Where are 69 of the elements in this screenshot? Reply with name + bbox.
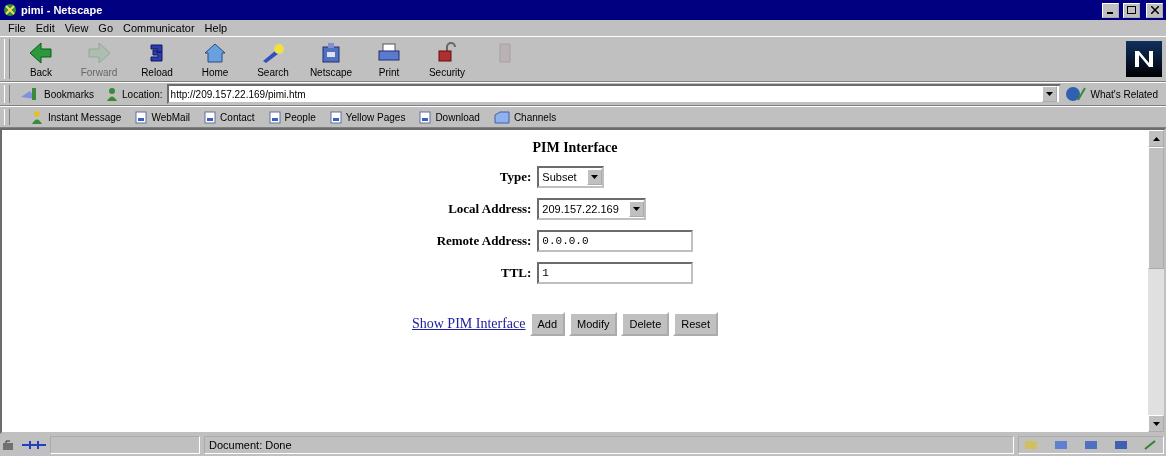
toolbar-button[interactable]: Back (16, 40, 66, 78)
scroll-thumb[interactable] (1148, 147, 1164, 269)
location-label: Location: (122, 88, 163, 100)
bookmark-link[interactable]: Yellow Pages (329, 110, 406, 124)
page-heading: PIM Interface (532, 140, 618, 156)
show-pim-link[interactable]: Show PIM Interface (411, 316, 526, 332)
down-arrow-icon (1152, 421, 1160, 426)
page-icon (419, 110, 432, 124)
maximize-button[interactable] (1123, 2, 1140, 18)
page-icon (204, 110, 217, 124)
status-text: Document: Done (204, 436, 1014, 454)
caret-icon (632, 207, 640, 211)
bookmark-link[interactable]: Channels (493, 110, 557, 124)
bookmark-link[interactable]: People (268, 110, 316, 124)
app-icon (3, 3, 17, 17)
form-button[interactable]: Add (529, 312, 566, 336)
dropdown[interactable]: Subset (537, 166, 604, 188)
toolbar-button[interactable]: Netscape (306, 40, 356, 78)
toolbar-button[interactable]: Home (190, 40, 240, 78)
back-arrow-icon (28, 40, 54, 65)
field-label: Remote Address: (436, 233, 532, 249)
window-title: pimi - Netscape (21, 4, 103, 16)
menu-item[interactable]: View (64, 22, 89, 34)
scroll-down-button[interactable] (1148, 415, 1164, 432)
close-icon (1150, 6, 1159, 14)
connection-icon (22, 440, 46, 450)
maximize-icon (1127, 6, 1136, 14)
caret-icon (1045, 92, 1053, 96)
bookmark-link[interactable]: WebMail (135, 110, 191, 124)
menu-item[interactable]: Communicator (123, 22, 195, 34)
field-label: Type: (498, 169, 532, 185)
scrollbar[interactable] (1148, 130, 1164, 432)
page-icon (329, 110, 342, 124)
form-button[interactable]: Modify (569, 312, 618, 336)
menu-item[interactable]: Edit (35, 22, 55, 34)
page-icon (268, 110, 281, 124)
location-field[interactable]: http://209.157.22.169/pimi.htm (166, 84, 1061, 104)
field-label: TTL: (500, 265, 532, 281)
person-icon (106, 87, 118, 101)
form-button[interactable]: Delete (621, 312, 670, 336)
bookmark-link[interactable]: Download (419, 110, 480, 124)
close-button[interactable] (1146, 2, 1163, 18)
toolbar-button[interactable]: Search (248, 40, 298, 78)
menu-item[interactable]: Help (204, 22, 228, 34)
minimize-button[interactable] (1102, 2, 1119, 18)
forward-arrow-icon (86, 40, 112, 65)
input-field[interactable]: 1 (537, 262, 694, 284)
whats-related-button[interactable]: What's Related (1090, 88, 1158, 100)
folder-icon (493, 110, 510, 124)
dropdown-button[interactable] (1041, 86, 1057, 102)
bookmark-link[interactable]: Contact (204, 110, 255, 124)
up-arrow-icon (1152, 136, 1160, 141)
letter-n-icon (1133, 49, 1155, 69)
scroll-up-button[interactable] (1148, 130, 1164, 147)
page-icon (135, 110, 148, 124)
caret-icon (590, 175, 598, 179)
dropdown[interactable]: 209.157.22.169 (537, 198, 646, 220)
menu-item[interactable]: File (8, 22, 26, 34)
form-button[interactable]: Reset (673, 312, 719, 336)
toolbar-button[interactable]: Print (364, 40, 414, 78)
input-field[interactable]: 0.0.0.0 (537, 230, 694, 252)
toolbar-button[interactable]: Security (422, 40, 472, 78)
globe-icon (1064, 86, 1087, 102)
field-label: Local Address: (447, 201, 532, 217)
menu-item[interactable]: Go (98, 22, 114, 34)
bookmarks-button[interactable]: Bookmarks (44, 88, 94, 100)
person-icon (30, 110, 44, 124)
bookmark-link[interactable]: Instant Message (30, 110, 122, 124)
toolbar-button[interactable]: Reload (132, 40, 182, 78)
